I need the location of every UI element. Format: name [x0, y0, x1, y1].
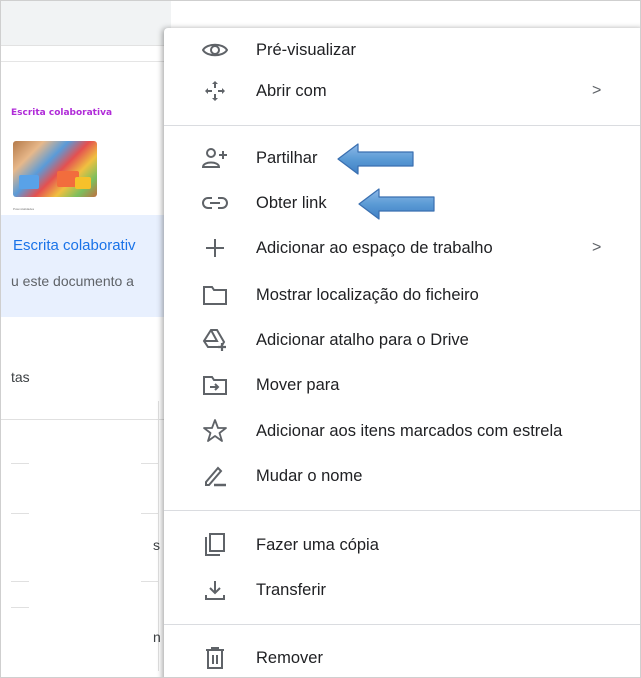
list-divider — [141, 513, 159, 514]
menu-item-make-copy[interactable]: Fazer uma cópia — [164, 523, 640, 567]
menu-item-move-to[interactable]: Mover para — [164, 363, 640, 407]
star-icon — [201, 417, 229, 445]
menu-item-label: Adicionar ao espaço de trabalho — [256, 238, 493, 257]
chevron-right-icon: > — [592, 82, 602, 99]
divider — [1, 419, 171, 420]
context-menu: Pré-visualizar Abrir com > Partilhar Obt… — [164, 28, 640, 677]
file-name[interactable]: Escrita colaborativ — [13, 237, 136, 254]
menu-item-preview[interactable]: Pré-visualizar — [164, 28, 640, 72]
section-label: tas — [11, 369, 30, 385]
menu-item-label: Fazer uma cópia — [256, 535, 379, 554]
menu-item-label: Adicionar atalho para o Drive — [256, 330, 469, 349]
drive-shortcut-icon — [201, 326, 229, 354]
person-add-icon — [201, 144, 229, 172]
pencil-icon — [201, 462, 229, 490]
eye-icon — [201, 36, 229, 64]
file-description: u este documento a — [11, 273, 134, 289]
menu-item-add-shortcut[interactable]: Adicionar atalho para o Drive — [164, 318, 640, 362]
list-divider — [141, 581, 159, 582]
menu-item-label: Mover para — [256, 375, 340, 394]
menu-item-label: Partilhar — [256, 148, 318, 167]
plus-icon — [201, 234, 229, 262]
list-divider — [11, 513, 29, 514]
menu-item-label: Pré-visualizar — [256, 40, 356, 59]
list-divider — [11, 581, 29, 582]
document-thumbnail-title: Escrita colaborativa — [11, 108, 113, 118]
menu-item-label: Obter link — [256, 193, 327, 212]
menu-separator — [164, 125, 640, 126]
list-divider — [11, 463, 29, 464]
menu-item-remove[interactable]: Remover — [164, 636, 640, 677]
menu-item-add-to-workspace[interactable]: Adicionar ao espaço de trabalho > — [164, 226, 640, 270]
screenshot-frame: Escrita colaborativa Potencialidades Esc… — [0, 0, 641, 678]
thumbnail-caption: Potencialidades — [13, 207, 35, 211]
menu-separator — [164, 624, 640, 625]
menu-item-show-file-location[interactable]: Mostrar localização do ficheiro — [164, 273, 640, 317]
callout-arrow-get-link — [358, 188, 435, 220]
download-icon — [201, 576, 229, 604]
file-info-panel — [1, 215, 171, 317]
menu-item-label: Adicionar aos itens marcados com estrela — [256, 421, 563, 440]
document-thumbnail-image — [13, 141, 97, 197]
chevron-right-icon: > — [592, 239, 602, 256]
list-divider — [141, 463, 159, 464]
list-divider — [11, 607, 29, 608]
menu-item-download[interactable]: Transferir — [164, 568, 640, 612]
move-to-folder-icon — [201, 371, 229, 399]
drive-background: Escrita colaborativa Potencialidades Esc… — [1, 1, 171, 677]
menu-separator — [164, 510, 640, 511]
list-item-text: n — [153, 629, 161, 645]
menu-item-label: Remover — [256, 648, 323, 667]
menu-item-rename[interactable]: Mudar o nome — [164, 454, 640, 498]
callout-arrow-share — [337, 143, 414, 175]
copy-icon — [201, 531, 229, 559]
move-arrows-icon — [201, 77, 229, 105]
menu-item-label: Mudar o nome — [256, 466, 363, 485]
trash-icon — [201, 644, 229, 672]
menu-item-label: Mostrar localização do ficheiro — [256, 285, 479, 304]
link-icon — [201, 189, 229, 217]
list-item-text: s — [153, 537, 160, 553]
menu-item-open-with[interactable]: Abrir com > — [164, 69, 640, 113]
folder-icon — [201, 281, 229, 309]
menu-item-label: Abrir com — [256, 81, 327, 100]
menu-item-add-to-starred[interactable]: Adicionar aos itens marcados com estrela — [164, 409, 640, 453]
background-toolbar — [1, 1, 171, 46]
menu-item-label: Transferir — [256, 580, 326, 599]
